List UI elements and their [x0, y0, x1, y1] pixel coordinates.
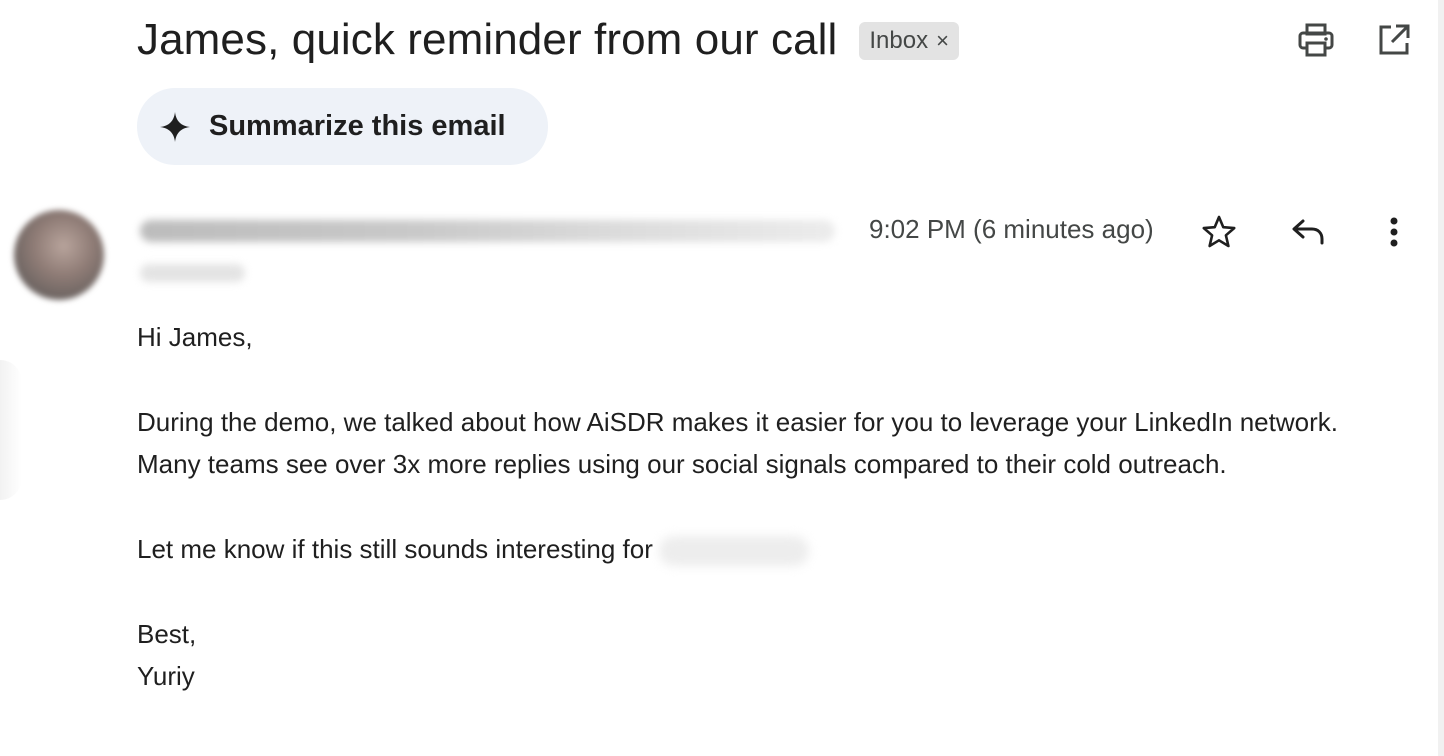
more-vert-icon[interactable] — [1374, 212, 1414, 252]
scrollbar-track[interactable] — [1438, 0, 1444, 756]
body-signoff: Best, — [137, 619, 197, 649]
body-greeting: Hi James, — [137, 322, 253, 352]
sparkle-icon — [159, 111, 191, 143]
reply-icon[interactable] — [1288, 212, 1328, 252]
body-paragraph: Let me know if this still sounds interes… — [137, 528, 1377, 570]
body-paragraph: During the demo, we talked about how AiS… — [137, 407, 1338, 479]
recipient-details-redacted[interactable] — [140, 264, 245, 282]
email-body: Hi James, During the demo, we talked abo… — [137, 316, 1377, 697]
email-subject: James, quick reminder from our call — [137, 15, 838, 64]
star-icon[interactable] — [1199, 212, 1239, 252]
subject-row: James, quick reminder from our call Inbo… — [137, 12, 959, 68]
message-timestamp: 9:02 PM (6 minutes ago) — [869, 214, 1154, 244]
label-chip-text: Inbox — [869, 27, 929, 54]
body-signature: Yuriy — [137, 661, 195, 691]
label-chip-inbox[interactable]: Inbox × — [859, 22, 959, 60]
body-paragraph-text: Let me know if this still sounds interes… — [137, 534, 653, 564]
print-icon[interactable] — [1296, 20, 1336, 60]
summarize-label: Summarize this email — [209, 110, 506, 142]
summarize-email-button[interactable]: Summarize this email — [137, 88, 548, 165]
left-edge-shade — [0, 360, 22, 500]
sender-avatar[interactable] — [14, 210, 104, 300]
sender-name-redacted[interactable] — [140, 220, 835, 242]
company-name-redacted — [658, 536, 809, 567]
open-in-new-window-icon[interactable] — [1374, 20, 1414, 60]
remove-label-button[interactable]: × — [936, 28, 949, 54]
